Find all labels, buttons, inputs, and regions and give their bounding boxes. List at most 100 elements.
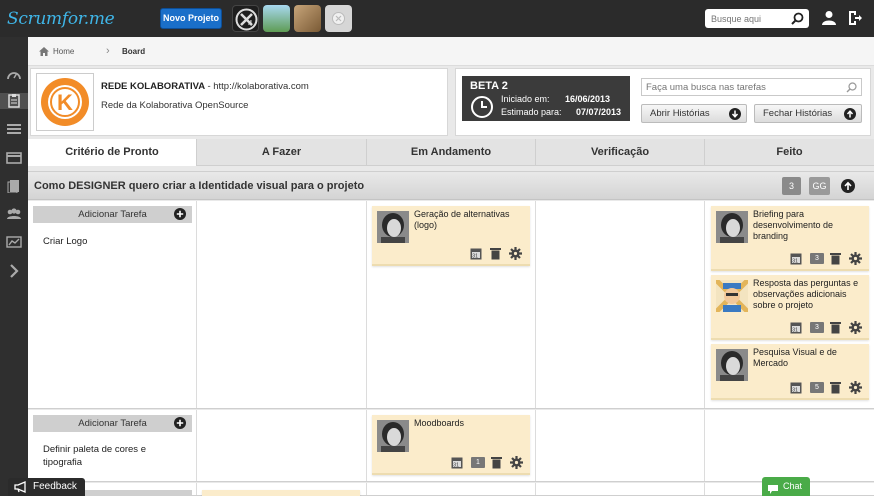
- criterion-text: Definir paleta de cores e tipografia: [43, 444, 146, 468]
- app-logo[interactable]: Scrumfor.me: [7, 9, 115, 29]
- add-task-button[interactable]: Adicionar Tarefa: [33, 206, 192, 223]
- backlog-icon[interactable]: [5, 123, 23, 137]
- breadcrumb-home[interactable]: Home: [53, 47, 74, 56]
- feedback-label: Feedback: [33, 481, 77, 492]
- sprint-info: BETA 2 Iniciado em: 16/06/2013 Estimado …: [462, 76, 630, 121]
- gear-icon[interactable]: [510, 456, 523, 472]
- comment-count-badge[interactable]: 5: [810, 382, 824, 393]
- sprint-name: BETA 2: [470, 80, 508, 92]
- logout-icon[interactable]: [847, 10, 863, 29]
- task-card[interactable]: Geração de alternativas (logo) 31: [372, 206, 530, 266]
- task-card[interactable]: Pesquisa Visual e de Mercado 31 5: [711, 344, 869, 400]
- task-card[interactable]: Briefing para desenvolvimento de brandin…: [711, 206, 869, 271]
- column-header-todo: A Fazer: [197, 139, 367, 166]
- trash-icon[interactable]: [830, 321, 841, 337]
- breadcrumb: Home › Board: [28, 37, 874, 66]
- home-icon[interactable]: [39, 47, 49, 59]
- svg-text:4: 4: [248, 19, 253, 28]
- todo-cell: [197, 483, 367, 496]
- collapse-story-icon[interactable]: [841, 179, 855, 196]
- chart-icon[interactable]: [5, 235, 23, 249]
- gear-icon[interactable]: [849, 381, 862, 397]
- task-card[interactable]: Moodboards 31 1: [372, 415, 530, 475]
- project-thumbnail-1[interactable]: 4: [232, 5, 259, 32]
- sprint-start-date: 16/06/2013: [565, 94, 611, 104]
- feedback-tab[interactable]: Feedback: [8, 478, 85, 496]
- calendar-icon[interactable]: 31: [470, 247, 482, 263]
- project-title: REDE KOLABORATIVA - http://kolaborativa.…: [101, 81, 309, 92]
- project-url[interactable]: - http://kolaborativa.com: [207, 81, 308, 92]
- search-icon[interactable]: [846, 82, 857, 96]
- gear-icon[interactable]: [509, 247, 522, 263]
- criterion-text: Criar Logo: [43, 236, 88, 247]
- comment-count-badge[interactable]: 3: [810, 322, 824, 333]
- story-points-badge: 3: [782, 177, 801, 195]
- trash-icon[interactable]: [830, 252, 841, 268]
- comment-count-badge[interactable]: 3: [810, 253, 824, 264]
- chat-label: Chat: [782, 481, 802, 491]
- dashboard-icon[interactable]: [5, 67, 23, 81]
- trash-icon[interactable]: [490, 247, 501, 263]
- breadcrumb-current: Board: [122, 47, 146, 56]
- task-actions: 31 1: [451, 456, 524, 470]
- card-icon[interactable]: [5, 151, 23, 165]
- sprint-end-label: Estimado para:: [501, 107, 562, 117]
- chat-button[interactable]: Chat: [762, 477, 810, 496]
- board-icon[interactable]: [0, 93, 28, 109]
- gear-icon[interactable]: [849, 252, 862, 268]
- expand-chevron-icon[interactable]: [5, 264, 23, 278]
- trash-icon[interactable]: [491, 456, 502, 472]
- sprint-panel: BETA 2 Iniciado em: 16/06/2013 Estimado …: [455, 68, 871, 136]
- add-task-label: Adicionar Tarefa: [78, 209, 147, 220]
- project-thumbnail-2[interactable]: [263, 5, 290, 32]
- comment-count-badge[interactable]: 1: [471, 457, 485, 468]
- left-sidebar: [0, 37, 28, 496]
- task-search-input[interactable]: [642, 79, 842, 95]
- in-progress-cell: Geração de alternativas (logo) 31: [367, 201, 536, 408]
- documents-icon[interactable]: [5, 179, 23, 193]
- done-cell: Briefing para desenvolvimento de brandin…: [705, 201, 874, 408]
- task-actions: 31: [470, 247, 524, 261]
- column-header-criteria: Critério de Pronto: [28, 139, 197, 166]
- task-actions: 31 3: [790, 252, 863, 266]
- story-title: Como DESIGNER quero criar a Identidade v…: [34, 180, 365, 192]
- verification-cell: [536, 410, 705, 481]
- avatar: [716, 280, 748, 312]
- global-search-input[interactable]: [705, 9, 785, 28]
- gear-icon[interactable]: [849, 321, 862, 337]
- chat-icon: [768, 482, 778, 496]
- calendar-day: 31: [472, 254, 478, 260]
- done-cell: [705, 410, 874, 481]
- project-info-panel: K REDE KOLABORATIVA - http://kolaborativ…: [30, 68, 448, 136]
- calendar-icon[interactable]: 31: [451, 456, 463, 472]
- calendar-icon[interactable]: 31: [790, 321, 802, 337]
- task-card[interactable]: [202, 490, 360, 496]
- new-project-button[interactable]: Novo Projeto: [160, 8, 222, 29]
- board-row: [28, 483, 874, 496]
- search-icon[interactable]: [791, 12, 804, 28]
- avatar: [716, 349, 748, 381]
- board-row: Adicionar Tarefa Criar Logo Geração de a…: [28, 201, 874, 409]
- svg-text:K: K: [57, 90, 73, 115]
- team-icon[interactable]: [5, 207, 23, 221]
- avatar: [377, 211, 409, 243]
- calendar-day: 31: [792, 259, 798, 265]
- calendar-icon[interactable]: 31: [790, 381, 802, 397]
- plus-circle-icon: [174, 417, 186, 435]
- calendar-day: 31: [792, 388, 798, 394]
- add-task-button[interactable]: Adicionar Tarefa: [33, 415, 192, 432]
- verification-cell: [536, 201, 705, 408]
- open-stories-label: Abrir Histórias: [650, 108, 710, 119]
- project-thumbnail-3[interactable]: [294, 5, 321, 32]
- calendar-icon[interactable]: 31: [790, 252, 802, 268]
- user-icon[interactable]: [821, 10, 837, 29]
- sprint-end-date: 07/07/2013: [576, 107, 622, 117]
- task-card[interactable]: Resposta das perguntas e observações adi…: [711, 275, 869, 340]
- global-search: [705, 9, 809, 28]
- close-stories-button[interactable]: Fechar Histórias: [754, 104, 862, 123]
- open-stories-button[interactable]: Abrir Histórias: [641, 104, 747, 123]
- story-header[interactable]: Como DESIGNER quero criar a Identidade v…: [28, 171, 874, 200]
- trash-icon[interactable]: [830, 381, 841, 397]
- criteria-cell: Adicionar Tarefa Criar Logo: [28, 201, 197, 408]
- project-thumbnail-4[interactable]: [325, 5, 352, 32]
